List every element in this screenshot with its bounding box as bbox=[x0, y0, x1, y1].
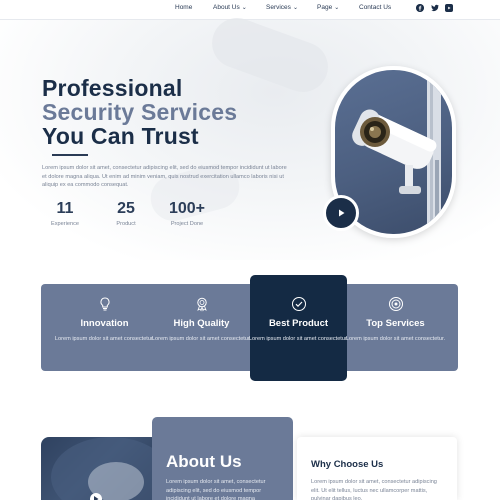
feature-title: Innovation bbox=[80, 318, 129, 329]
facebook-icon[interactable] bbox=[416, 4, 424, 12]
hero-title-line-2: Security Services bbox=[42, 99, 238, 125]
stat-label: Experience bbox=[51, 221, 79, 227]
feature-description: Lorem ipsum dolor sit amet consectetur. bbox=[345, 336, 446, 342]
nav-about-label: About Us bbox=[213, 4, 240, 11]
lightbulb-icon bbox=[99, 297, 110, 311]
feature-description: Lorem ipsum dolor sit amet consectetur. bbox=[54, 336, 155, 342]
nav-page-label: Page bbox=[317, 4, 333, 11]
nav-page-link[interactable]: Page ⌄ bbox=[317, 4, 339, 11]
nav-contact-link[interactable]: Contact Us bbox=[359, 4, 391, 11]
feature-title: High Quality bbox=[173, 318, 230, 329]
nav-home-label: Home bbox=[175, 4, 193, 11]
stat-value: 25 bbox=[117, 200, 135, 217]
play-icon bbox=[339, 209, 345, 217]
target-icon bbox=[388, 297, 403, 311]
why-choose-us-description: Lorem ipsum dolor sit amet, consectetur … bbox=[311, 479, 437, 500]
feature-top-services[interactable]: Top Services Lorem ipsum dolor sit amet … bbox=[343, 296, 448, 344]
hero-title-line-3: You Can Trust bbox=[42, 123, 199, 149]
top-navigation: Home About Us ⌄ Services ⌄ Page ⌄ Contact U… bbox=[0, 0, 500, 20]
feature-title: Top Services bbox=[366, 318, 425, 329]
hero-divider bbox=[52, 154, 88, 156]
shield-check-icon bbox=[291, 297, 306, 311]
nav-services-link[interactable]: Services ⌄ bbox=[266, 4, 298, 11]
play-video-button[interactable] bbox=[323, 195, 359, 231]
stat-value: 11 bbox=[56, 200, 74, 217]
feature-title: Best Product bbox=[268, 318, 329, 329]
why-choose-us-title: Why Choose Us bbox=[311, 459, 384, 470]
chevron-down-icon: ⌄ bbox=[241, 5, 247, 11]
stat-experience: 11 Experience bbox=[46, 200, 84, 227]
nav-about-link[interactable]: About Us ⌄ bbox=[213, 4, 247, 11]
feature-description: Lorem ipsum dolor sit amet consectetur. bbox=[248, 336, 349, 342]
feature-best-product[interactable]: Best Product Lorem ipsum dolor sit amet … bbox=[246, 296, 351, 344]
nav-services-label: Services bbox=[266, 4, 291, 11]
camera-closeup-illustration bbox=[51, 437, 153, 500]
chevron-down-icon: ⌄ bbox=[292, 5, 298, 11]
stat-projects: 100+ Project Done bbox=[162, 200, 212, 227]
feature-innovation[interactable]: Innovation Lorem ipsum dolor sit amet co… bbox=[52, 296, 157, 344]
hero-description: Lorem ipsum dolor sit amet, consectetur … bbox=[42, 165, 287, 189]
stat-label: Product bbox=[116, 221, 136, 227]
feature-high-quality[interactable]: High Quality Lorem ipsum dolor sit amet … bbox=[149, 296, 254, 344]
about-title: About Us bbox=[166, 452, 242, 471]
stat-product: 25 Product bbox=[108, 200, 144, 227]
stat-label: Project Done bbox=[170, 221, 204, 227]
nav-home-link[interactable]: Home bbox=[175, 4, 192, 11]
chevron-down-icon: ⌄ bbox=[334, 5, 340, 11]
hero-title: Professional Security Services You Can T… bbox=[42, 76, 237, 148]
hero-title-line-1: Professional bbox=[42, 75, 183, 101]
about-image bbox=[41, 437, 153, 500]
about-description: Lorem ipsum dolor sit amet, consectetur … bbox=[166, 479, 266, 500]
nav-contact-label: Contact Us bbox=[359, 4, 392, 11]
award-badge-icon bbox=[196, 297, 207, 312]
stat-value: 100+ bbox=[168, 200, 206, 217]
twitter-icon[interactable] bbox=[431, 4, 439, 12]
feature-description: Lorem ipsum dolor sit amet consectetur. bbox=[151, 336, 252, 342]
youtube-icon[interactable] bbox=[445, 4, 453, 12]
